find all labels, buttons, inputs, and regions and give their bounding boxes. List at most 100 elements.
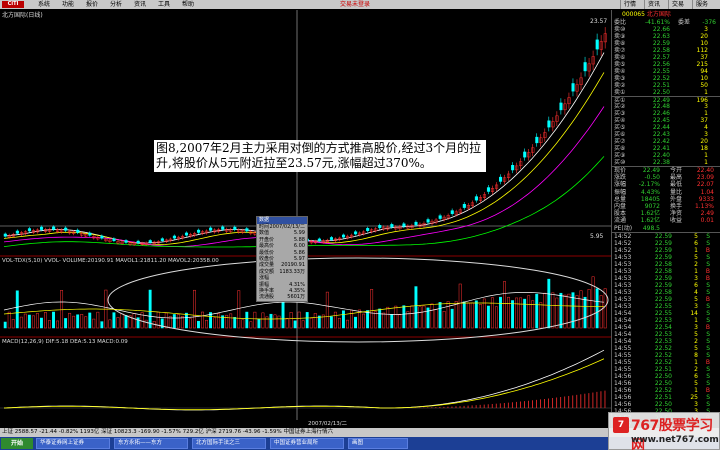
tick-price: 22.53	[654, 337, 672, 345]
volume-bar	[579, 290, 583, 329]
tick-direction: S	[706, 316, 710, 324]
start-button[interactable]: 开始	[1, 438, 33, 449]
volume-bar	[229, 313, 233, 329]
stat-value: 23.09	[696, 174, 714, 182]
tick-row: 14:54 22.54 3 B	[612, 324, 720, 331]
ask-row[interactable]: 卖② 22.51 50	[612, 82, 720, 89]
bid-row[interactable]: 买① 22.49 196	[612, 96, 720, 104]
menu-item-system[interactable]: 系统	[38, 0, 50, 9]
order-label: 买⑧	[614, 145, 626, 152]
order-price: 22.50	[652, 89, 670, 96]
tick-time: 14:55	[614, 358, 632, 366]
data-window-key: 流通股	[259, 294, 275, 301]
ask-row[interactable]: 卖⑦ 22.58 112	[612, 47, 720, 54]
candle-body	[450, 210, 454, 214]
ask-row[interactable]: 卖⑤ 22.56 215	[612, 61, 720, 68]
candle-body	[499, 176, 503, 182]
order-label: 买⑤	[614, 124, 626, 131]
stat-label: 涨幅	[614, 181, 627, 189]
tick-row: 14:54 22.55 14 S	[612, 310, 720, 317]
tick-time: 14:52	[614, 239, 632, 247]
volume-bar	[539, 302, 543, 329]
bid-row[interactable]: 买④ 22.45 37	[612, 117, 720, 124]
stock-name: 北方国际	[646, 11, 671, 18]
stat-value: 22.40	[696, 167, 714, 174]
bid-row[interactable]: 买② 22.48 3	[612, 103, 720, 110]
stat-value	[684, 225, 714, 232]
order-volume: 3	[704, 26, 708, 33]
tick-price: 22.52	[654, 351, 672, 359]
order-label: 卖④	[614, 68, 626, 75]
btn-trade[interactable]: 交易	[668, 0, 687, 9]
candle-body	[317, 238, 321, 242]
order-label: 买②	[614, 103, 626, 110]
tick-direction: S	[706, 393, 710, 401]
tick-time: 14:55	[614, 365, 632, 373]
taskbar-item-zhengquan[interactable]: 中国证券营业局所	[270, 438, 344, 449]
btn-service[interactable]: 服务	[692, 0, 711, 9]
tick-direction: S	[706, 351, 710, 359]
bid-row[interactable]: 买⑨ 22.40 1	[612, 152, 720, 159]
taskbar-item-paint[interactable]: 画图	[348, 438, 408, 449]
volume-bar	[277, 315, 281, 329]
ask-row[interactable]: 卖⑥ 22.57 37	[612, 54, 720, 61]
ask-row[interactable]: 卖⑧ 22.59 10	[612, 40, 720, 47]
volume-bar	[257, 318, 261, 329]
tick-volume: 2	[694, 365, 698, 373]
bid-row[interactable]: 买⑥ 22.43 3	[612, 131, 720, 138]
taskbar-item-huatai[interactable]: 华泰证券网上证券	[36, 438, 110, 449]
btn-news[interactable]: 资讯	[644, 0, 663, 9]
volume-bar	[148, 289, 152, 329]
order-volume: 10	[700, 75, 708, 82]
menu-item-function[interactable]: 功能	[62, 0, 74, 9]
ask-row[interactable]: 卖③ 22.52 10	[612, 75, 720, 82]
tick-time: 14:53	[614, 260, 632, 268]
tick-time: 14:52	[614, 232, 632, 240]
taskbar-item-dongfang[interactable]: 东方永拓——东方	[114, 438, 188, 449]
stat-value: -2.17%	[638, 181, 660, 189]
ask-row[interactable]: 卖④ 22.55 94	[612, 68, 720, 75]
ask-row[interactable]: 卖⑩ 22.66 3	[612, 26, 720, 33]
order-price: 22.48	[652, 103, 670, 110]
order-volume: 1	[704, 152, 708, 159]
volume-bar	[523, 298, 527, 329]
tick-time: 14:52	[614, 246, 632, 254]
weicha-label: 委差	[677, 19, 690, 26]
volume-bar	[543, 292, 547, 329]
volume-bar	[511, 300, 515, 329]
volume-bar	[507, 296, 510, 329]
volume-bar	[442, 311, 446, 329]
bid-row[interactable]: 买③ 22.46 1	[612, 110, 720, 117]
volume-bar	[386, 306, 390, 329]
candle-body	[160, 238, 164, 241]
bid-row[interactable]: 买⑩ 22.38 1	[612, 159, 720, 166]
candle-body	[595, 39, 599, 50]
data-window-title[interactable]: 数据	[257, 217, 307, 224]
bid-row[interactable]: 买⑤ 22.44 4	[612, 124, 720, 131]
menu-item-help[interactable]: 帮助	[182, 0, 194, 9]
tick-direction: B	[705, 246, 710, 254]
order-volume: 20	[700, 33, 708, 40]
volume-bar	[184, 312, 188, 329]
menu-item-quote[interactable]: 报价	[86, 0, 98, 9]
login-status[interactable]: 交易未登录	[340, 0, 370, 9]
volume-bar	[213, 317, 217, 329]
stock-header: 000065 北方国际	[612, 10, 720, 19]
menu-item-analysis[interactable]: 分析	[110, 0, 122, 9]
high-price-tag: 23.57	[590, 18, 608, 25]
volume-bar	[350, 309, 353, 329]
data-window[interactable]: 数据 时间 2007/02/13/二 数值 5.99 开盘价 5.88 最高价 6.00 最低价…	[256, 216, 308, 302]
tick-time: 14:54	[614, 323, 632, 331]
candle-body	[27, 228, 32, 232]
site-watermark: 7 767股票学习网 www.net767.com	[608, 412, 720, 450]
taskbar-item-beifang[interactable]: 北方国际手法之三	[192, 438, 266, 449]
ask-row[interactable]: 卖⑨ 22.63 20	[612, 33, 720, 40]
bid-row[interactable]: 买⑧ 22.41 18	[612, 145, 720, 152]
tick-time: 14:53	[614, 288, 632, 296]
stock-code: 000065	[622, 11, 645, 18]
menu-item-news[interactable]: 资讯	[134, 0, 146, 9]
ask-row[interactable]: 卖① 22.50 1	[612, 89, 720, 96]
menu-item-tools[interactable]: 工具	[158, 0, 170, 9]
btn-quote[interactable]: 行情	[620, 0, 639, 9]
bid-row[interactable]: 买⑦ 22.42 20	[612, 138, 720, 145]
